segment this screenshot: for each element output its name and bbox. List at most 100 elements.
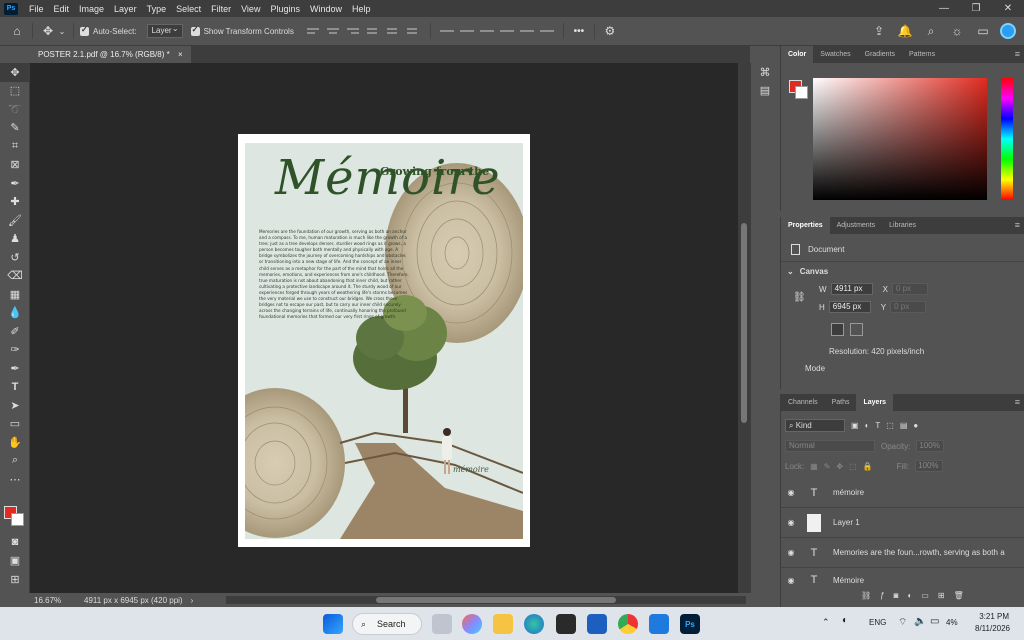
quick-select-tool-icon[interactable]: ✎ <box>0 119 30 138</box>
windows-start-icon[interactable] <box>323 614 343 634</box>
lock-artboard-icon[interactable]: ⬚ <box>849 462 857 471</box>
visibility-eye-icon[interactable]: ◉ <box>781 576 801 585</box>
link-icon[interactable]: ⛓ <box>793 292 806 303</box>
close-tab-icon[interactable]: × <box>178 50 183 59</box>
layer-row[interactable]: ◉ T mémoire <box>781 478 1024 508</box>
move-tool-icon[interactable]: ✥ <box>0 63 30 82</box>
screen-mode-icon[interactable]: ▣ <box>0 552 30 571</box>
blur-tool-icon[interactable]: 💧 <box>0 304 30 323</box>
new-layer-icon[interactable]: ⊞ <box>938 591 945 600</box>
tab-libraries[interactable]: Libraries <box>882 217 923 234</box>
tab-layers[interactable]: Layers <box>856 394 894 411</box>
close-window-button[interactable]: ✕ <box>992 0 1024 17</box>
status-arrow-icon[interactable]: › <box>191 596 194 605</box>
artboard-icon[interactable]: ⊞ <box>0 570 30 589</box>
tab-color[interactable]: Color <box>781 46 814 63</box>
width-input[interactable]: 4911 px <box>830 283 873 295</box>
brush-tool-icon[interactable]: 🖌 <box>0 211 30 230</box>
lock-pixels-icon[interactable]: ▦ <box>810 462 818 471</box>
distribute-icon[interactable] <box>539 25 554 37</box>
mask-icon[interactable]: ◙ <box>894 591 899 600</box>
menu-help[interactable]: Help <box>347 4 376 14</box>
more-options-icon[interactable]: ••• <box>570 22 588 40</box>
share-icon[interactable]: ⇪ <box>870 22 888 40</box>
hue-slider[interactable] <box>1001 78 1013 200</box>
avatar[interactable] <box>1000 23 1016 39</box>
panel-menu-icon[interactable]: ≡ <box>1015 220 1020 230</box>
landscape-icon[interactable] <box>850 323 863 336</box>
visibility-eye-icon[interactable]: ◉ <box>781 488 801 497</box>
menu-layer[interactable]: Layer <box>109 4 142 14</box>
trash-icon[interactable]: 🗑 <box>954 591 964 600</box>
scroll-thumb[interactable] <box>376 597 616 603</box>
eyedropper-tool-icon[interactable]: ✒ <box>0 174 30 193</box>
distribute-icon[interactable] <box>439 25 454 37</box>
chrome-icon[interactable] <box>618 614 638 634</box>
menu-type[interactable]: Type <box>142 4 172 14</box>
distribute-icon[interactable] <box>459 25 474 37</box>
menu-window[interactable]: Window <box>305 4 347 14</box>
align-top-icon[interactable] <box>366 25 381 37</box>
color-background-swatch[interactable] <box>795 86 808 99</box>
color-picker-field[interactable] <box>813 78 987 200</box>
language-indicator[interactable]: ENG <box>869 618 886 627</box>
store-icon[interactable] <box>556 614 576 634</box>
adjustment-layer-icon[interactable]: ◐ <box>907 591 912 600</box>
lock-paint-icon[interactable]: ✎ <box>824 462 831 471</box>
photoshop-taskbar-icon[interactable]: Ps <box>680 614 700 634</box>
distribute-icon[interactable] <box>499 25 514 37</box>
opacity-input[interactable]: 100% <box>916 440 945 452</box>
distribute-icon[interactable] <box>479 25 494 37</box>
vertical-scrollbar[interactable] <box>738 63 750 593</box>
tab-patterns[interactable]: Patterns <box>902 46 942 63</box>
document-tab[interactable]: POSTER 2.1.pdf @ 16.7% (RGB/8) * × <box>30 46 191 63</box>
task-view-icon[interactable] <box>432 614 452 634</box>
link-layers-icon[interactable]: ⛓ <box>861 591 871 600</box>
home-icon[interactable]: ⌂ <box>8 22 26 40</box>
align-right-icon[interactable] <box>346 25 361 37</box>
align-middle-icon[interactable] <box>386 25 401 37</box>
fx-icon[interactable]: ƒ <box>880 591 884 600</box>
align-left-icon[interactable] <box>306 25 321 37</box>
filter-smart-object-icon[interactable]: ▤ <box>900 421 908 430</box>
file-explorer-icon[interactable] <box>493 614 513 634</box>
actions-panel-icon[interactable]: ▤ <box>751 82 779 101</box>
tab-channels[interactable]: Channels <box>781 394 825 411</box>
clock-date[interactable]: 8/11/2026 <box>970 624 1010 633</box>
group-icon[interactable]: ▭ <box>921 591 929 600</box>
hand-tool-icon[interactable]: ✋ <box>0 433 30 452</box>
show-transform-checkbox[interactable]: Show Transform Controls <box>190 25 294 36</box>
lock-all-icon[interactable]: 🔒 <box>863 462 873 471</box>
layer-row[interactable]: ◉ T Mémoire <box>781 568 1024 592</box>
tab-properties[interactable]: Properties <box>781 217 830 234</box>
menu-plugins[interactable]: Plugins <box>265 4 305 14</box>
app-icon[interactable] <box>587 614 607 634</box>
crop-tool-icon[interactable]: ⌗ <box>0 137 30 156</box>
visibility-eye-icon[interactable]: ◉ <box>781 518 801 527</box>
workspace-icon[interactable]: ▭ <box>974 22 992 40</box>
rectangle-tool-icon[interactable]: ▭ <box>0 415 30 434</box>
copilot-icon[interactable] <box>462 614 482 634</box>
frame-tool-icon[interactable]: ⊠ <box>0 156 30 175</box>
menu-view[interactable]: View <box>236 4 265 14</box>
move-tool-icon[interactable]: ✥ <box>39 22 57 40</box>
zoom-tool-icon[interactable]: ⌕ <box>0 452 30 471</box>
healing-brush-icon[interactable]: ✚ <box>0 193 30 212</box>
search-icon[interactable]: ⌕ <box>922 22 940 40</box>
history-brush-icon[interactable]: ↺ <box>0 248 30 267</box>
scroll-thumb[interactable] <box>741 223 747 423</box>
wifi-icon[interactable]: ⌔ <box>898 616 907 629</box>
pen-tool-alt-icon[interactable]: ✒ <box>0 359 30 378</box>
quick-mask-icon[interactable]: ◙ <box>0 533 30 552</box>
filter-pixel-icon[interactable]: ▣ <box>851 421 859 430</box>
visibility-eye-icon[interactable]: ◉ <box>781 548 801 557</box>
auto-select-dropdown[interactable]: Layer <box>146 23 183 38</box>
menu-filter[interactable]: Filter <box>206 4 236 14</box>
height-input[interactable]: 6945 px <box>828 301 871 313</box>
blend-mode-dropdown[interactable]: Normal <box>785 440 875 452</box>
layer-row[interactable]: ◉ T Memories are the foun...rowth, servi… <box>781 538 1024 568</box>
zoom-level[interactable]: 16.67% <box>34 596 78 605</box>
edge-icon[interactable] <box>524 614 544 634</box>
tab-swatches[interactable]: Swatches <box>813 46 857 63</box>
path-select-tool-icon[interactable]: ➤ <box>0 396 30 415</box>
